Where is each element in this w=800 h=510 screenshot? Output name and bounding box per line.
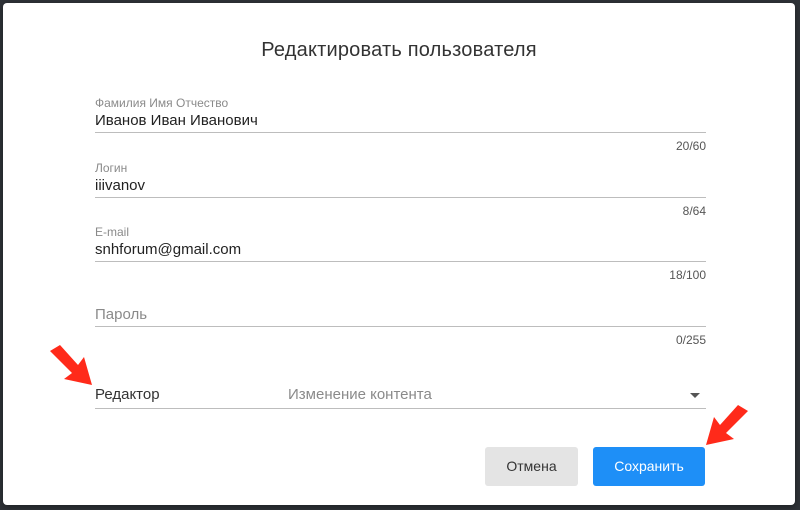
dialog-title: Редактировать пользователя <box>261 39 537 61</box>
role-select-value[interactable]: Изменение контента <box>288 386 432 403</box>
login-label: Логин <box>95 161 128 175</box>
role-label: Редактор <box>95 386 160 403</box>
password-input[interactable]: Пароль <box>95 306 147 323</box>
role-underline <box>95 408 706 409</box>
email-label: E-mail <box>95 225 130 239</box>
fullname-underline <box>95 132 706 133</box>
red-arrow-icon <box>706 405 748 445</box>
caret-down-icon[interactable] <box>690 393 700 398</box>
email-underline <box>95 261 706 262</box>
fullname-counter: 20/60 <box>675 139 706 153</box>
cancel-button[interactable]: Отмена <box>485 447 578 486</box>
password-underline <box>95 326 706 327</box>
fullname-label: Фамилия Имя Отчество <box>95 96 229 110</box>
fullname-input[interactable]: Иванов Иван Иванович <box>95 112 258 129</box>
save-button[interactable]: Сохранить <box>593 447 705 486</box>
email-input[interactable]: snhforum@gmail.com <box>95 241 241 258</box>
email-counter: 18/100 <box>669 268 706 282</box>
red-arrow-icon <box>50 345 92 385</box>
role-select[interactable]: Редактор Изменение контента <box>95 379 706 409</box>
login-counter: 8/64 <box>682 204 706 218</box>
password-counter: 0/255 <box>675 333 706 347</box>
edit-user-dialog: Редактировать пользователя Фамилия Имя О… <box>3 3 795 505</box>
login-underline <box>95 197 706 198</box>
login-input[interactable]: iiivanov <box>95 177 145 194</box>
